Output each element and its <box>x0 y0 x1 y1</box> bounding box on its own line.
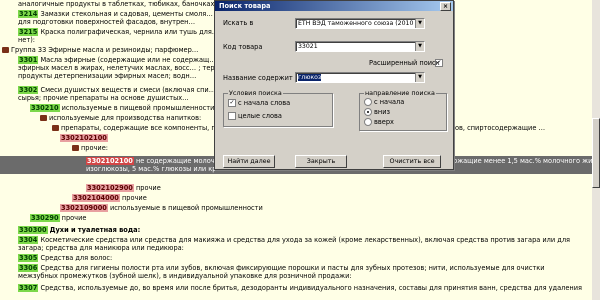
tree-row[interactable]: 330300 Духи и туалетная вода: <box>0 226 600 234</box>
tree-code[interactable]: 3215 <box>18 28 39 36</box>
book-icon <box>72 145 79 151</box>
tree-text: прочие <box>61 214 87 222</box>
tree-row[interactable]: загара; средства для маникюра или педикю… <box>0 244 600 252</box>
tree-text: аналогичные продукты в таблетках, тюбика… <box>18 0 226 8</box>
tree-code[interactable]: 3302104000 <box>72 194 120 202</box>
tree-code[interactable]: 330300 <box>18 226 48 234</box>
tree-code[interactable]: 3301 <box>18 56 39 64</box>
scrollbar-thumb[interactable] <box>592 118 600 188</box>
whole-words-label: целые слова <box>238 112 282 120</box>
search-in-value: ЕТН ВЭД таможенного союза (2010 г.) <box>298 20 423 27</box>
name-value: глюкоз <box>298 74 322 81</box>
tree-code[interactable]: 3307 <box>18 284 39 292</box>
chevron-down-icon[interactable]: ▼ <box>415 19 424 28</box>
code-input[interactable]: 33021 ▼ <box>295 41 425 52</box>
tree-code[interactable]: 3304 <box>18 236 39 244</box>
book-icon <box>40 115 47 121</box>
tree-text: сырья; прочие препараты на основе душист… <box>18 94 189 102</box>
tree-text: используемые для производства напитков: <box>49 114 202 122</box>
dir-up-label: вверх <box>374 118 394 126</box>
search-in-select[interactable]: ЕТН ВЭД таможенного союза (2010 г.) ▼ <box>295 18 425 29</box>
tree-row[interactable]: 3305 Средства для волос: <box>0 254 600 262</box>
vertical-scrollbar[interactable] <box>592 0 600 300</box>
tree-code[interactable]: 3305 <box>18 254 39 262</box>
conditions-caption: Условия поиска <box>228 89 283 97</box>
tree-row[interactable]: 330290 прочие <box>0 214 600 222</box>
tree-text: прочие <box>122 194 147 202</box>
search-dialog: Поиск товара × Искать в ЕТН ВЭД таможенн… <box>214 0 454 170</box>
tree-text: прочие: <box>81 144 108 152</box>
from-start-checkbox[interactable]: ✓ <box>228 99 236 107</box>
code-value: 33021 <box>298 43 318 50</box>
name-input[interactable]: глюкоз ▼ <box>295 72 425 83</box>
tree-row[interactable]: межзубных промежутков (зубной шелк), в и… <box>0 272 600 280</box>
tree-text: Средства для волос: <box>40 254 113 262</box>
tree-text: загара; средства для маникюра или педикю… <box>18 244 184 252</box>
tree-code[interactable]: 3214 <box>18 10 39 18</box>
clear-all-button[interactable]: Очистить все <box>383 155 441 168</box>
tree-code[interactable]: 330210 <box>30 104 60 112</box>
tree-text: Косметические средства или средства для … <box>40 236 571 244</box>
close-button[interactable]: Закрыть <box>295 155 347 168</box>
tree-code[interactable]: 3306 <box>18 264 39 272</box>
tree-text-fragment: ов, спиртосодержащие … <box>455 124 546 132</box>
tree-text: Средства для гигиены полости рта или зуб… <box>40 264 545 272</box>
tree-text: Духи и туалетная вода: <box>49 226 141 234</box>
tree-text: прочие <box>136 184 161 192</box>
chevron-down-icon[interactable]: ▼ <box>415 42 424 51</box>
dir-down-radio[interactable] <box>364 108 372 116</box>
name-label: Название содержит <box>223 74 293 82</box>
code-label: Код товара <box>223 43 263 51</box>
dialog-titlebar[interactable]: Поиск товара × <box>215 1 453 11</box>
extended-search-label: Расширенный поиск <box>369 59 440 67</box>
conditions-group: Условия поиска ✓ с начала слова целые сл… <box>223 89 333 127</box>
tree-row[interactable]: 3302104000 прочие <box>0 194 600 202</box>
tree-text: используемые в пищевой промышленности <box>110 204 263 212</box>
dir-down-label: вниз <box>374 108 390 116</box>
tree-row[interactable]: 3306 Средства для гигиены полости рта ил… <box>0 264 600 272</box>
from-start-label: с начала слова <box>238 99 291 107</box>
tree-code[interactable]: 330290 <box>30 214 60 222</box>
direction-group: направление поиска с начала вниз вверх <box>359 89 447 131</box>
whole-words-checkbox[interactable] <box>228 112 236 120</box>
tree-code[interactable]: 3302102900 <box>86 184 134 192</box>
dir-from-start-label: с начала <box>374 98 405 106</box>
dir-from-start-radio[interactable] <box>364 98 372 106</box>
tree-row[interactable]: 3302109000 используемые в пищевой промыш… <box>0 204 600 212</box>
tree-row[interactable]: 3302102900 прочие <box>0 184 600 192</box>
search-in-label: Искать в <box>223 19 254 27</box>
book-icon <box>52 125 59 131</box>
tree-text: нет): <box>18 36 36 44</box>
tree-row[interactable]: 3307 Средства, используемые до, во время… <box>0 284 600 292</box>
tree-text: Группа 33 Эфирные масла и резиноиды; пар… <box>11 46 199 54</box>
tree-text: межзубных промежутков (зубной шелк), в и… <box>18 272 352 280</box>
dialog-close-icon[interactable]: × <box>440 2 451 11</box>
chevron-down-icon[interactable]: ▼ <box>415 73 424 82</box>
tree-code[interactable]: 3302109000 <box>60 204 108 212</box>
tree-code[interactable]: 3302102100 <box>60 134 108 142</box>
book-icon <box>2 47 9 53</box>
tree-text: препараты, содержащие все компоненты, пр… <box>61 124 236 132</box>
selected-code[interactable]: 3302102100 <box>86 157 134 165</box>
dir-up-radio[interactable] <box>364 118 372 126</box>
find-next-button[interactable]: Найти далее <box>223 155 275 168</box>
tree-text: для подготовки поверхностей фасадов, вну… <box>18 18 196 26</box>
tree-text: продукты детерпенизации эфирных масел; в… <box>18 72 197 80</box>
direction-caption: направление поиска <box>364 89 436 97</box>
tree-text: Средства, используемые до, во время или … <box>40 284 582 292</box>
tree-row[interactable]: 3304 Косметические средства или средства… <box>0 236 600 244</box>
dialog-title: Поиск товара <box>219 2 271 10</box>
tree-code[interactable]: 3302 <box>18 86 39 94</box>
